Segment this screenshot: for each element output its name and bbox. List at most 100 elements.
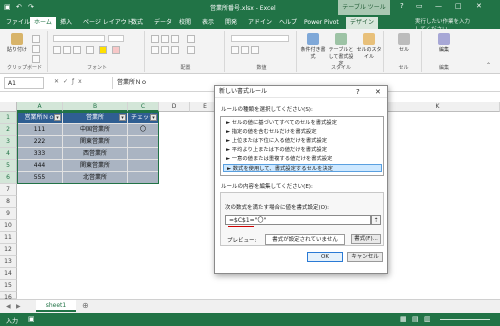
table-cell[interactable]: 111 — [17, 124, 63, 136]
next-sheet-icon[interactable]: ▶ — [16, 303, 21, 310]
row-header-2[interactable]: 2 — [0, 124, 17, 136]
format-painter-icon[interactable] — [32, 55, 40, 63]
align-right-icon[interactable] — [171, 46, 179, 54]
tab-help[interactable]: ヘルプ — [275, 17, 301, 29]
table-cell[interactable]: 222 — [17, 136, 63, 148]
table-cell[interactable]: 関東営業所 — [63, 136, 128, 148]
zoom-slider[interactable] — [440, 319, 490, 320]
table-header-cell[interactable]: 営業所 ▾ — [63, 112, 128, 124]
row-header-9[interactable]: 9 — [0, 208, 17, 220]
cut-icon[interactable] — [32, 35, 40, 43]
conditional-format-button[interactable]: 条件付き書式 — [300, 33, 326, 60]
border-icon[interactable] — [86, 46, 94, 54]
row-header-16[interactable]: 16 — [0, 292, 17, 301]
name-box[interactable]: A1 — [4, 77, 44, 89]
tell-me-search[interactable]: 実行したい作業を入力してください — [415, 17, 475, 33]
table-cell[interactable] — [128, 172, 159, 184]
tab-data[interactable]: データ — [150, 17, 176, 29]
page-break-view-icon[interactable]: ▥ — [424, 315, 431, 323]
rule-type-item[interactable]: ► 平均より上または下の値だけを書式設定 — [223, 146, 382, 154]
row-header-8[interactable]: 8 — [0, 196, 17, 208]
number-format-select[interactable] — [231, 35, 289, 42]
tab-view[interactable]: 表示 — [198, 17, 218, 29]
prev-sheet-icon[interactable]: ◀ — [6, 303, 11, 310]
format-button[interactable]: 書式(F)... — [351, 234, 381, 244]
comma-icon[interactable] — [251, 46, 259, 54]
cells-button[interactable]: セル — [392, 33, 416, 53]
merge-center-icon[interactable] — [187, 46, 195, 54]
table-cell[interactable]: 〇 — [128, 124, 159, 136]
table-cell[interactable] — [128, 136, 159, 148]
table-cell[interactable] — [128, 148, 159, 160]
add-sheet-icon[interactable]: ⊕ — [82, 301, 89, 310]
paste-button[interactable]: 貼り付け — [6, 33, 28, 53]
rule-type-item-selected[interactable]: ► 数式を使用して、書式設定するセルを決定 — [223, 164, 382, 172]
row-header-3[interactable]: 3 — [0, 136, 17, 148]
row-header-11[interactable]: 11 — [0, 232, 17, 244]
macro-record-icon[interactable]: ▣ — [28, 315, 35, 323]
rule-formula-input[interactable]: =$C$1="〇" — [225, 215, 371, 225]
column-header-k[interactable]: K — [376, 102, 500, 112]
align-middle-icon[interactable] — [161, 35, 169, 43]
filter-dropdown-icon[interactable]: ▾ — [119, 114, 126, 121]
redo-icon[interactable]: ↷ — [28, 3, 34, 11]
dialog-close-icon[interactable]: ✕ — [375, 86, 381, 98]
row-header-15[interactable]: 15 — [0, 280, 17, 292]
row-header-14[interactable]: 14 — [0, 268, 17, 280]
tab-power-pivot[interactable]: Power Pivot — [300, 17, 343, 29]
align-left-icon[interactable] — [151, 46, 159, 54]
tab-design[interactable]: デザイン — [346, 17, 379, 29]
align-bottom-icon[interactable] — [171, 35, 179, 43]
row-header-1[interactable]: 1 — [0, 112, 17, 124]
italic-icon[interactable] — [63, 46, 71, 54]
fill-color-icon[interactable] — [99, 46, 107, 54]
save-icon[interactable]: ▣ — [4, 3, 11, 11]
table-cell[interactable]: 関東営業所 — [63, 160, 128, 172]
tab-developer[interactable]: 開発 — [221, 17, 241, 29]
copy-icon[interactable] — [32, 45, 40, 53]
table-cell[interactable]: 中国営業所 — [63, 124, 128, 136]
collapse-ribbon-icon[interactable]: ⌃ — [486, 62, 491, 69]
table-cell[interactable] — [128, 160, 159, 172]
bold-icon[interactable] — [53, 46, 61, 54]
table-cell[interactable]: 555 — [17, 172, 63, 184]
close-button[interactable]: ✕ — [476, 2, 482, 10]
ok-button[interactable]: OK — [307, 252, 343, 262]
row-header-6[interactable]: 6 — [0, 172, 17, 184]
column-header-c[interactable]: C — [128, 102, 159, 112]
column-header-b[interactable]: B — [63, 102, 128, 112]
minimize-button[interactable]: — — [435, 2, 442, 10]
column-header-a[interactable]: A — [17, 102, 63, 112]
tab-review[interactable]: 校閲 — [175, 17, 195, 29]
table-cell[interactable]: 333 — [17, 148, 63, 160]
font-name-select[interactable] — [53, 35, 105, 42]
row-header-7[interactable]: 7 — [0, 184, 17, 196]
percent-icon[interactable] — [241, 46, 249, 54]
sheet-tab-sheet1[interactable]: sheet1 — [36, 300, 76, 312]
dialog-help-icon[interactable]: ? — [356, 86, 360, 98]
row-header-4[interactable]: 4 — [0, 148, 17, 160]
table-header-cell[interactable]: チェック ▾ — [128, 112, 159, 124]
align-center-icon[interactable] — [161, 46, 169, 54]
format-as-table-button[interactable]: テーブルとして書式設定 — [327, 33, 355, 67]
wrap-text-icon[interactable] — [187, 35, 195, 43]
table-header-cell[interactable]: 営業所Ｎｏ ▾ — [17, 112, 63, 124]
normal-view-icon[interactable]: ▦ — [400, 315, 407, 323]
row-header-12[interactable]: 12 — [0, 244, 17, 256]
underline-icon[interactable] — [73, 46, 81, 54]
row-header-5[interactable]: 5 — [0, 160, 17, 172]
maximize-button[interactable]: □ — [455, 2, 462, 10]
help-icon[interactable]: ? — [400, 2, 404, 10]
currency-icon[interactable] — [231, 46, 239, 54]
rule-type-item[interactable]: ► セルの値に基づいてすべてのセルを書式設定 — [223, 119, 382, 127]
formula-bar-icons[interactable]: ✕✓ƒx — [54, 78, 86, 85]
collapse-dialog-icon[interactable]: ⇡ — [371, 215, 381, 225]
tab-home[interactable]: ホーム — [30, 17, 56, 29]
font-color-icon[interactable] — [112, 46, 120, 54]
tab-formulas[interactable]: 数式 — [127, 17, 147, 29]
align-top-icon[interactable] — [151, 35, 159, 43]
rule-type-item[interactable]: ► 一意の値または重複する値だけを書式設定 — [223, 155, 382, 163]
table-cell[interactable]: 444 — [17, 160, 63, 172]
ribbon-display-icon[interactable]: ▭ — [416, 2, 423, 10]
cell-styles-button[interactable]: セルのスタイル — [356, 33, 382, 60]
